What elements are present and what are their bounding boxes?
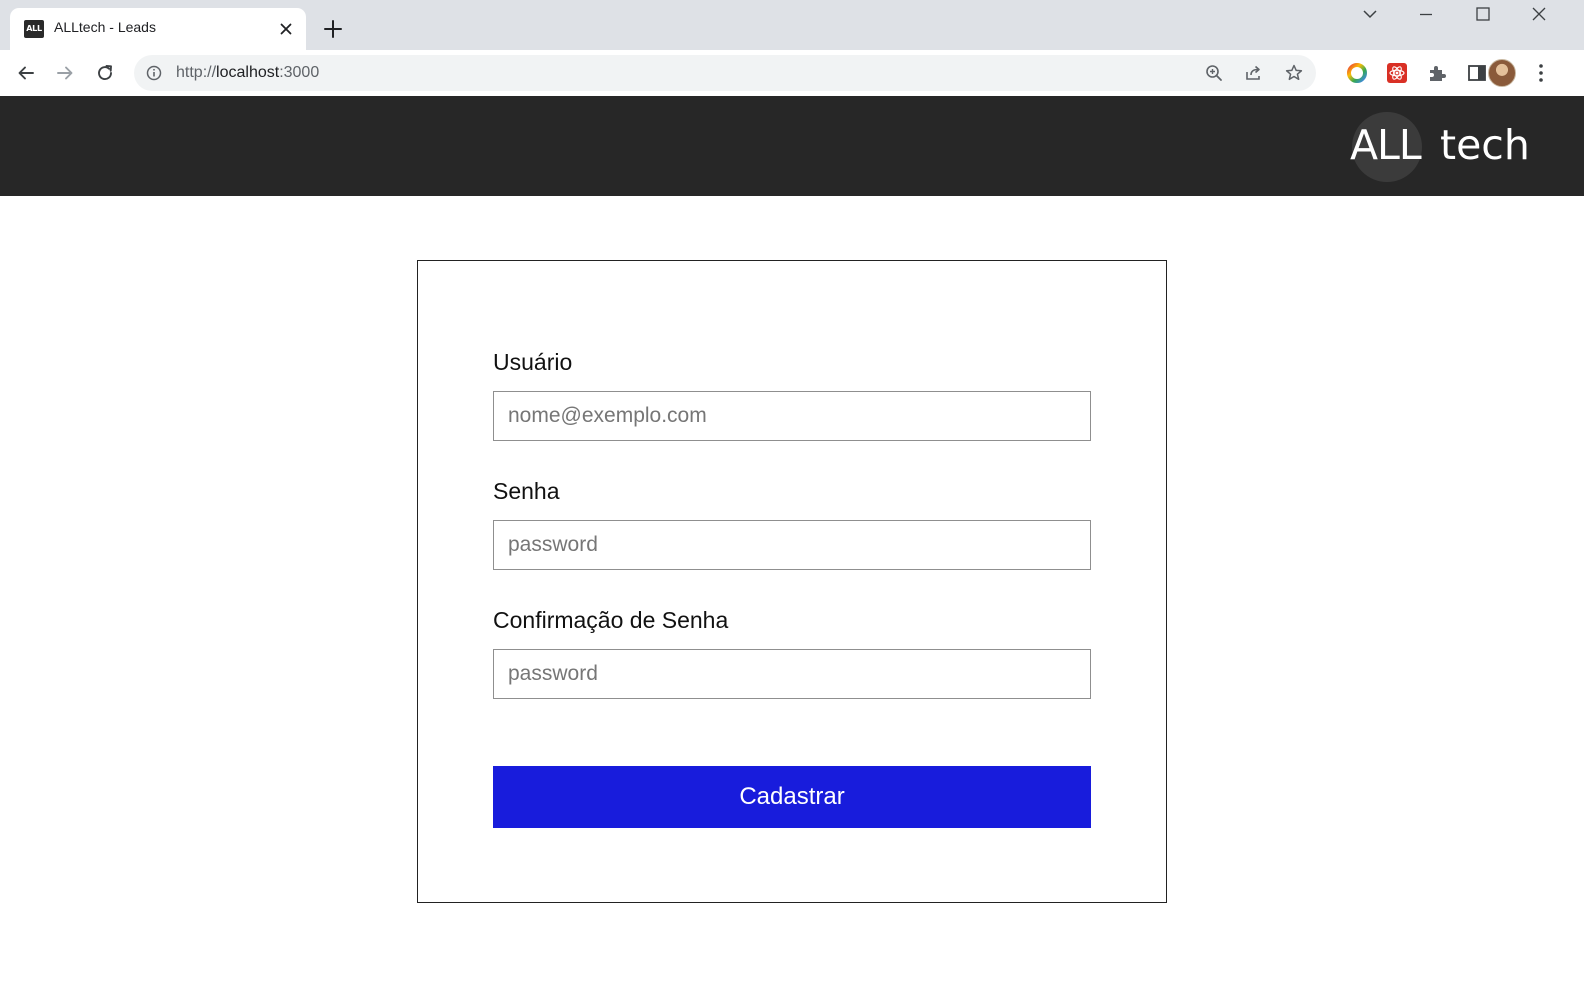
arrow-left-icon[interactable] (12, 59, 40, 87)
side-panel-icon[interactable] (1466, 62, 1488, 84)
logo-text-all: ALL (1350, 121, 1422, 169)
close-icon[interactable] (276, 19, 296, 39)
password-label: Senha (493, 478, 560, 504)
color-picker-extension-icon[interactable] (1346, 62, 1368, 84)
kebab-menu-icon[interactable] (1531, 62, 1551, 84)
confirm-password-label: Confirmação de Senha (493, 607, 729, 633)
password-input[interactable] (493, 520, 1091, 570)
url-host: localhost (216, 64, 280, 81)
avatar[interactable] (1488, 59, 1516, 87)
reload-icon[interactable] (91, 59, 119, 87)
browser-toolbar: http://localhost:3000 (0, 50, 1584, 96)
address-bar[interactable]: http://localhost:3000 (134, 55, 1316, 91)
minimize-icon[interactable] (1403, 4, 1449, 30)
window-close-icon[interactable] (1516, 4, 1562, 30)
plus-icon[interactable] (320, 16, 346, 42)
puzzle-icon[interactable] (1426, 62, 1448, 84)
browser-tab-strip: ALL ALLtech - Leads (0, 0, 1584, 50)
register-button[interactable]: Cadastrar (493, 766, 1091, 828)
tab-favicon: ALL (24, 20, 44, 38)
maximize-icon[interactable] (1460, 4, 1506, 30)
tab-title: ALLtech - Leads (54, 19, 156, 35)
zoom-icon[interactable] (1204, 63, 1224, 83)
url-text[interactable]: http://localhost:3000 (176, 64, 319, 82)
star-icon[interactable] (1284, 63, 1304, 83)
logo-text-tech: tech (1440, 121, 1530, 169)
arrow-right-icon[interactable] (51, 59, 79, 87)
share-icon[interactable] (1244, 63, 1264, 83)
url-port: :3000 (279, 64, 320, 81)
url-scheme: http:// (176, 64, 217, 81)
browser-tab[interactable]: ALL ALLtech - Leads (10, 8, 306, 50)
signup-form-card: Usuário Senha Confirmação de Senha Cadas… (417, 260, 1167, 903)
app-header: ALL tech (0, 96, 1584, 196)
info-icon[interactable] (146, 65, 162, 81)
chevron-down-icon[interactable] (1347, 4, 1393, 30)
user-email-input[interactable] (493, 391, 1091, 441)
react-devtools-extension-icon[interactable] (1386, 62, 1408, 84)
confirm-password-input[interactable] (493, 649, 1091, 699)
user-label: Usuário (493, 349, 573, 375)
